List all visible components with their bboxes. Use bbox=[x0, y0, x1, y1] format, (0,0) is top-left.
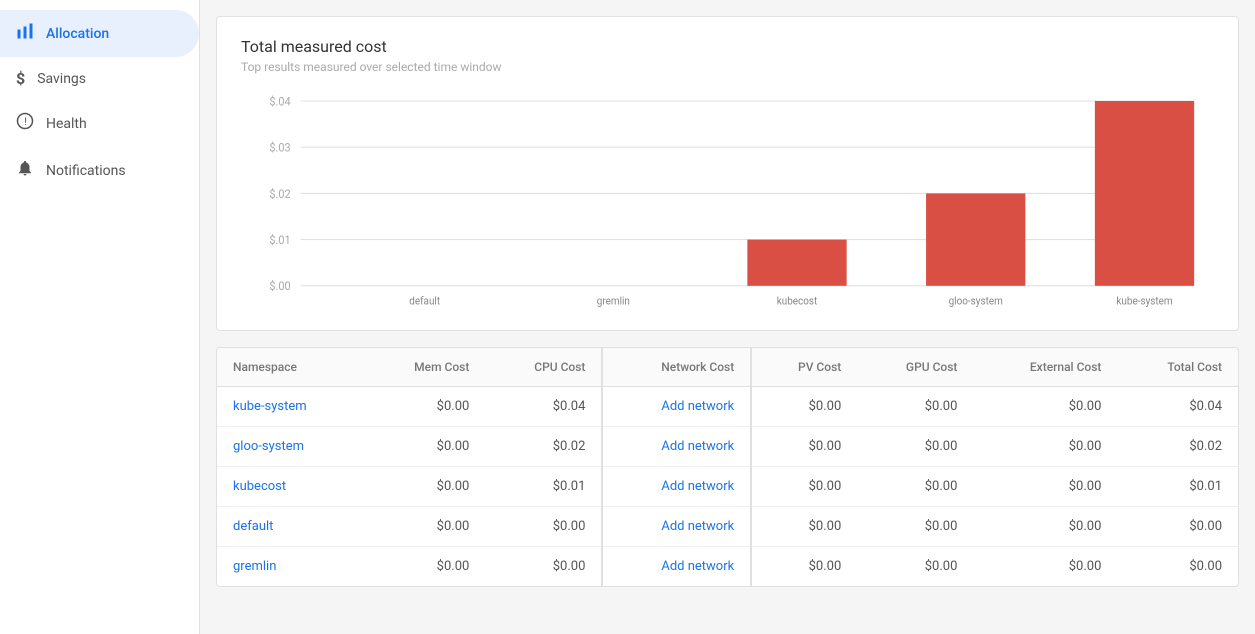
cell-total: $0.00 bbox=[1117, 547, 1238, 587]
cell-cpu: $0.04 bbox=[485, 387, 602, 427]
add-network-link[interactable]: Add network bbox=[661, 559, 734, 574]
cell-network: Add network bbox=[602, 467, 751, 507]
cell-gpu: $0.00 bbox=[857, 467, 973, 507]
cell-external: $0.00 bbox=[973, 547, 1117, 587]
svg-text:$.04: $.04 bbox=[269, 94, 291, 109]
cell-total: $0.02 bbox=[1117, 427, 1238, 467]
cell-namespace: default bbox=[217, 507, 364, 547]
chart-svg: $.04 $.03 $.02 $.01 $.00 default gremlin… bbox=[241, 90, 1214, 310]
chart-subtitle: Top results measured over selected time … bbox=[241, 60, 1214, 74]
svg-text:$.03: $.03 bbox=[269, 140, 290, 155]
cell-network: Add network bbox=[602, 507, 751, 547]
cell-gpu: $0.00 bbox=[857, 427, 973, 467]
chart-card: Total measured cost Top results measured… bbox=[216, 16, 1239, 331]
col-external-cost: External Cost bbox=[973, 348, 1117, 387]
sidebar-item-notifications[interactable]: Notifications bbox=[0, 147, 199, 194]
cell-external: $0.00 bbox=[973, 387, 1117, 427]
sidebar-item-label: Savings bbox=[37, 71, 86, 87]
add-network-link[interactable]: Add network bbox=[661, 399, 734, 414]
cell-network: Add network bbox=[602, 547, 751, 587]
cell-gpu: $0.00 bbox=[857, 387, 973, 427]
cell-external: $0.00 bbox=[973, 507, 1117, 547]
cell-cpu: $0.00 bbox=[485, 507, 602, 547]
bar-chart: $.04 $.03 $.02 $.01 $.00 default gremlin… bbox=[241, 90, 1214, 310]
svg-text:gremlin: gremlin bbox=[597, 294, 630, 308]
col-cpu-cost: CPU Cost bbox=[485, 348, 602, 387]
cell-pv: $0.00 bbox=[751, 427, 857, 467]
savings-icon: $ bbox=[16, 69, 25, 88]
cell-mem: $0.00 bbox=[364, 467, 485, 507]
svg-text:$.01: $.01 bbox=[269, 232, 290, 247]
add-network-link[interactable]: Add network bbox=[661, 439, 734, 454]
cell-network: Add network bbox=[602, 427, 751, 467]
cell-mem: $0.00 bbox=[364, 427, 485, 467]
cell-cpu: $0.01 bbox=[485, 467, 602, 507]
svg-text:kubecost: kubecost bbox=[777, 294, 818, 308]
namespace-link[interactable]: gremlin bbox=[233, 559, 276, 574]
col-namespace: Namespace bbox=[217, 348, 364, 387]
cell-gpu: $0.00 bbox=[857, 507, 973, 547]
cell-pv: $0.00 bbox=[751, 547, 857, 587]
table-row: kubecost $0.00 $0.01 Add network $0.00 $… bbox=[217, 467, 1238, 507]
svg-text:$.02: $.02 bbox=[269, 186, 291, 201]
cell-cpu: $0.02 bbox=[485, 427, 602, 467]
col-network-cost: Network Cost bbox=[602, 348, 751, 387]
table-row: gloo-system $0.00 $0.02 Add network $0.0… bbox=[217, 427, 1238, 467]
notifications-icon bbox=[16, 159, 34, 182]
cell-pv: $0.00 bbox=[751, 467, 857, 507]
sidebar-item-savings[interactable]: $ Savings bbox=[0, 57, 199, 100]
allocation-icon bbox=[16, 22, 34, 45]
sidebar-item-label: Notifications bbox=[46, 163, 126, 179]
svg-text:gloo-system: gloo-system bbox=[949, 294, 1003, 308]
cell-mem: $0.00 bbox=[364, 387, 485, 427]
svg-text:default: default bbox=[409, 294, 440, 308]
namespace-link[interactable]: default bbox=[233, 519, 273, 534]
table-row: kube-system $0.00 $0.04 Add network $0.0… bbox=[217, 387, 1238, 427]
svg-text:kube-system: kube-system bbox=[1116, 294, 1172, 308]
cell-pv: $0.00 bbox=[751, 387, 857, 427]
cost-table: Namespace Mem Cost CPU Cost Network Cost… bbox=[217, 348, 1238, 586]
cell-network: Add network bbox=[602, 387, 751, 427]
cell-mem: $0.00 bbox=[364, 507, 485, 547]
cell-total: $0.00 bbox=[1117, 507, 1238, 547]
cell-namespace: gremlin bbox=[217, 547, 364, 587]
svg-text:!: ! bbox=[24, 115, 27, 128]
cell-external: $0.00 bbox=[973, 427, 1117, 467]
svg-text:$.00: $.00 bbox=[269, 279, 290, 294]
cell-namespace: kubecost bbox=[217, 467, 364, 507]
cell-total: $0.01 bbox=[1117, 467, 1238, 507]
namespace-link[interactable]: kubecost bbox=[233, 479, 286, 494]
cell-pv: $0.00 bbox=[751, 507, 857, 547]
cell-external: $0.00 bbox=[973, 467, 1117, 507]
sidebar-item-allocation[interactable]: Allocation bbox=[0, 10, 199, 57]
col-mem-cost: Mem Cost bbox=[364, 348, 485, 387]
add-network-link[interactable]: Add network bbox=[661, 479, 734, 494]
sidebar-item-label: Health bbox=[46, 116, 87, 132]
col-gpu-cost: GPU Cost bbox=[857, 348, 973, 387]
cell-mem: $0.00 bbox=[364, 547, 485, 587]
col-pv-cost: PV Cost bbox=[751, 348, 857, 387]
table-header-row: Namespace Mem Cost CPU Cost Network Cost… bbox=[217, 348, 1238, 387]
table-row: gremlin $0.00 $0.00 Add network $0.00 $0… bbox=[217, 547, 1238, 587]
sidebar-item-label: Allocation bbox=[46, 26, 109, 42]
main-content: Total measured cost Top results measured… bbox=[200, 0, 1255, 634]
table-row: default $0.00 $0.00 Add network $0.00 $0… bbox=[217, 507, 1238, 547]
col-total-cost: Total Cost bbox=[1117, 348, 1238, 387]
sidebar: Allocation $ Savings ! Health Notificati… bbox=[0, 0, 200, 634]
namespace-link[interactable]: gloo-system bbox=[233, 439, 304, 454]
table-card: Namespace Mem Cost CPU Cost Network Cost… bbox=[216, 347, 1239, 587]
sidebar-item-health[interactable]: ! Health bbox=[0, 100, 199, 147]
namespace-link[interactable]: kube-system bbox=[233, 399, 307, 414]
chart-title: Total measured cost bbox=[241, 37, 1214, 56]
cell-namespace: kube-system bbox=[217, 387, 364, 427]
health-icon: ! bbox=[16, 112, 34, 135]
add-network-link[interactable]: Add network bbox=[661, 519, 734, 534]
cell-cpu: $0.00 bbox=[485, 547, 602, 587]
cell-gpu: $0.00 bbox=[857, 547, 973, 587]
cell-namespace: gloo-system bbox=[217, 427, 364, 467]
cell-total: $0.04 bbox=[1117, 387, 1238, 427]
